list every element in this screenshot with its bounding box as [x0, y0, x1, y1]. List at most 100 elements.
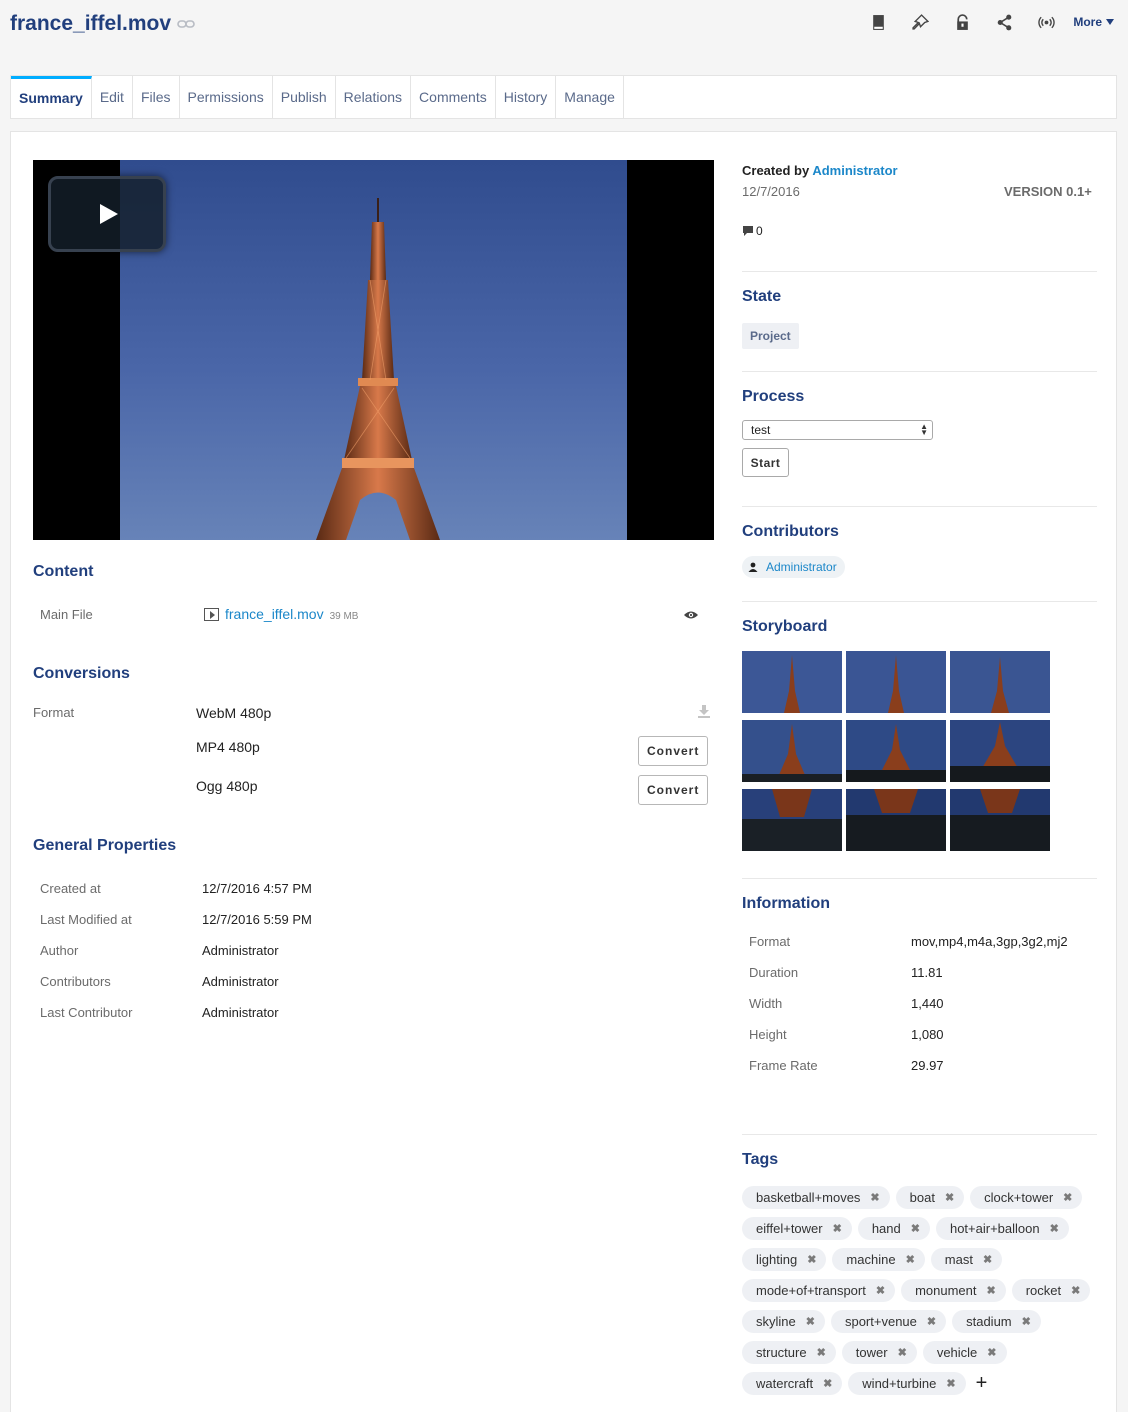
storyboard-frame[interactable] — [742, 651, 842, 713]
conversion-webm: WebM 480p — [196, 705, 272, 721]
remove-tag-icon[interactable]: ✖ — [1022, 1315, 1031, 1328]
main-file-label: Main File — [40, 607, 93, 622]
storyboard-frame[interactable] — [742, 789, 842, 851]
start-process-button[interactable]: Start — [742, 448, 789, 477]
remove-tag-icon[interactable]: ✖ — [807, 1253, 816, 1266]
remove-tag-icon[interactable]: ✖ — [906, 1253, 915, 1266]
remove-tag-icon[interactable]: ✖ — [817, 1346, 826, 1359]
tag-chip: rocket ✖ — [1011, 1279, 1091, 1302]
play-button[interactable] — [48, 176, 166, 252]
add-tag-button[interactable]: + — [972, 1372, 988, 1395]
storyboard-frame[interactable] — [846, 789, 946, 851]
tag-label: vehicle — [936, 1345, 978, 1360]
last-contributor-value: Administrator — [202, 1005, 279, 1020]
main-file-link[interactable]: france_iffel.mov — [225, 606, 324, 622]
convert-ogg-button[interactable]: Convert — [638, 775, 709, 805]
convert-mp4-button[interactable]: Convert — [638, 736, 709, 766]
tag-chip: wind+turbine ✖ — [848, 1372, 966, 1395]
remove-tag-icon[interactable]: ✖ — [987, 1284, 996, 1297]
remove-tag-icon[interactable]: ✖ — [1050, 1222, 1059, 1235]
remove-tag-icon[interactable]: ✖ — [946, 1377, 955, 1390]
tag-chip: stadium ✖ — [952, 1310, 1041, 1333]
remove-tag-icon[interactable]: ✖ — [898, 1346, 907, 1359]
divider — [742, 271, 1097, 272]
general-properties-heading: General Properties — [33, 837, 177, 854]
tag-label: wind+turbine — [862, 1376, 937, 1391]
video-still-eiffel-tower — [316, 198, 440, 540]
tags-heading: Tags — [742, 1151, 779, 1168]
tab-edit[interactable]: Edit — [92, 76, 133, 118]
tag-chip: mast ✖ — [930, 1248, 1003, 1271]
storyboard-frame[interactable] — [950, 789, 1050, 851]
share-button[interactable] — [983, 11, 1025, 33]
remove-tag-icon[interactable]: ✖ — [1071, 1284, 1080, 1297]
remove-tag-icon[interactable]: ✖ — [1063, 1191, 1072, 1204]
tab-history[interactable]: History — [496, 76, 557, 118]
tag-label: watercraft — [756, 1376, 814, 1391]
tab-comments[interactable]: Comments — [411, 76, 496, 118]
link-icon[interactable] — [177, 19, 195, 29]
add-to-collection-button[interactable] — [857, 11, 899, 33]
info-height-value: 1,080 — [911, 1027, 944, 1042]
publish-broadcast-button[interactable] — [1025, 11, 1067, 33]
tag-chip: monument ✖ — [901, 1279, 1006, 1302]
tab-permissions[interactable]: Permissions — [180, 76, 273, 118]
tag-chip: boat ✖ — [895, 1186, 965, 1209]
storyboard-frame[interactable] — [846, 720, 946, 782]
tag-label: eiffel+tower — [756, 1221, 823, 1236]
storyboard-frame[interactable] — [846, 651, 946, 713]
comment-count[interactable]: 0 — [742, 224, 763, 238]
process-select[interactable]: test ▲ ▼ — [742, 420, 933, 440]
remove-tag-icon[interactable]: ✖ — [876, 1284, 885, 1297]
tag-label: stadium — [966, 1314, 1012, 1329]
tab-relations[interactable]: Relations — [336, 76, 412, 118]
lock-button[interactable] — [941, 11, 983, 33]
comment-icon — [743, 226, 753, 236]
divider — [742, 506, 1097, 507]
created-by-user-link[interactable]: Administrator — [812, 163, 897, 178]
created-by-label: Created by — [742, 163, 810, 178]
video-player[interactable] — [33, 160, 714, 540]
document-title-text: france_iffel.mov — [10, 12, 172, 35]
storyboard-frame[interactable] — [950, 720, 1050, 782]
more-menu-button[interactable]: More — [1073, 15, 1114, 29]
contributor-badge[interactable]: Administrator — [742, 556, 845, 578]
process-select-value: test — [751, 423, 771, 437]
document-title: france_iffel.mov — [10, 12, 195, 36]
remove-tag-icon[interactable]: ✖ — [870, 1191, 879, 1204]
contributor-name: Administrator — [766, 560, 837, 574]
storyboard-frame[interactable] — [950, 651, 1050, 713]
remove-tag-icon[interactable]: ✖ — [833, 1222, 842, 1235]
info-format-label: Format — [749, 934, 791, 949]
tab-summary[interactable]: Summary — [11, 76, 92, 118]
remove-tag-icon[interactable]: ✖ — [911, 1222, 920, 1235]
storyboard-heading: Storyboard — [742, 618, 828, 635]
unlock-icon — [957, 13, 968, 30]
download-icon[interactable] — [697, 704, 711, 718]
process-heading: Process — [742, 388, 805, 405]
remove-tag-icon[interactable]: ✖ — [983, 1253, 992, 1266]
information-heading: Information — [742, 895, 830, 912]
remove-tag-icon[interactable]: ✖ — [927, 1315, 936, 1328]
info-width-value: 1,440 — [911, 996, 944, 1011]
created-at-value: 12/7/2016 4:57 PM — [202, 881, 312, 896]
tag-chip: basketball+moves ✖ — [742, 1186, 890, 1209]
tag-label: mast — [944, 1252, 973, 1267]
user-icon — [748, 562, 758, 572]
remove-tag-icon[interactable]: ✖ — [823, 1377, 832, 1390]
tag-chip: hand ✖ — [857, 1217, 930, 1240]
author-value: Administrator — [202, 943, 279, 958]
last-contributor-label: Last Contributor — [40, 1005, 133, 1020]
preview-eye-icon[interactable] — [683, 610, 699, 620]
divider — [742, 878, 1097, 879]
tab-files[interactable]: Files — [133, 76, 180, 118]
author-label: Author — [40, 943, 79, 958]
share-icon — [997, 14, 1012, 30]
storyboard-frame[interactable] — [742, 720, 842, 782]
remove-tag-icon[interactable]: ✖ — [806, 1315, 815, 1328]
remove-tag-icon[interactable]: ✖ — [945, 1191, 954, 1204]
pin-button[interactable] — [899, 11, 941, 33]
tab-publish[interactable]: Publish — [273, 76, 336, 118]
remove-tag-icon[interactable]: ✖ — [987, 1346, 996, 1359]
tab-manage[interactable]: Manage — [556, 76, 624, 118]
